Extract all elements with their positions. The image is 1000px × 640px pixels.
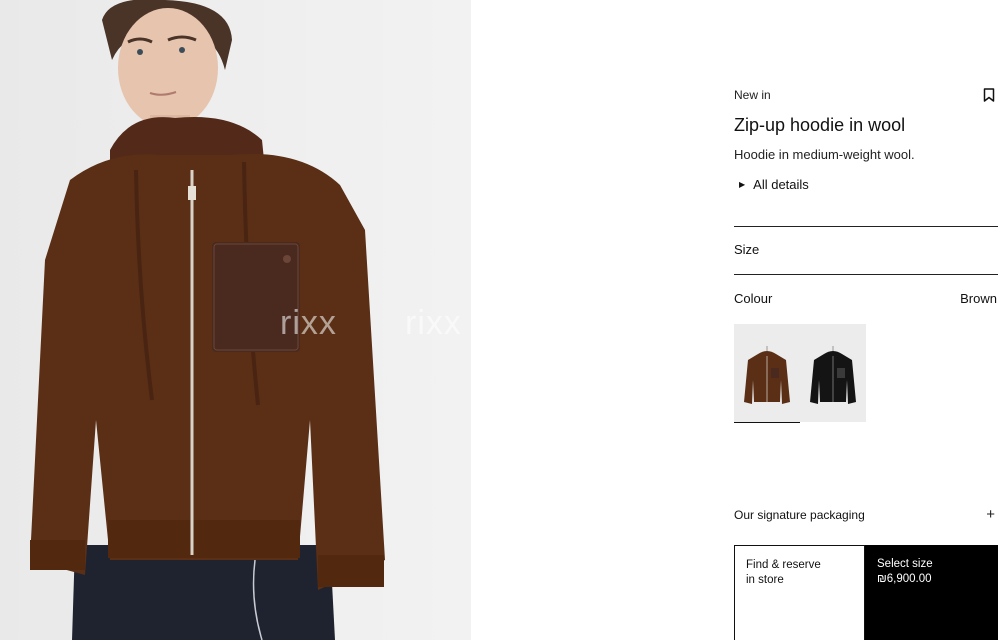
plus-icon: + (986, 506, 995, 523)
product-title: Zip-up hoodie in wool (734, 115, 906, 135)
select-size-label: Select size (877, 558, 933, 570)
watermark-text: rixx (405, 304, 462, 342)
signature-packaging-row[interactable]: Our signature packaging + (734, 506, 998, 523)
product-details-panel: New in Zip-up hoodie in wool Hoodie in m… (734, 0, 998, 640)
size-selector[interactable]: Size (734, 242, 759, 257)
all-details-label: All details (753, 177, 809, 192)
hoodie-thumbnail-black (810, 346, 856, 404)
colour-swatch-black[interactable] (800, 324, 866, 422)
watermark-text: rixx (280, 304, 337, 342)
bookmark-icon[interactable] (983, 88, 995, 102)
colour-swatches (734, 324, 866, 423)
triangle-right-icon: ▶ (739, 180, 746, 189)
divider (734, 226, 998, 227)
hoodie-thumbnail-brown (744, 346, 790, 404)
find-reserve-in-store-button[interactable]: Find & reserve in store (734, 545, 865, 640)
signature-packaging-label: Our signature packaging (734, 507, 865, 522)
colour-swatch-brown[interactable] (734, 324, 800, 423)
action-buttons: Find & reserve in store Select size ₪6,9… (734, 545, 998, 640)
divider (734, 274, 998, 275)
model-illustration (30, 0, 385, 640)
product-image[interactable]: rixx rixx (0, 0, 471, 640)
product-description: Hoodie in medium-weight wool. (734, 147, 915, 162)
selected-colour-value: Brown (960, 291, 997, 306)
in-store-label: in store (746, 574, 784, 586)
find-reserve-label: Find & reserve (746, 559, 821, 571)
new-in-badge: New in (734, 88, 771, 102)
select-size-button[interactable]: Select size ₪6,900.00 (865, 545, 998, 640)
price-label: ₪6,900.00 (877, 573, 932, 585)
colour-label: Colour (734, 291, 773, 306)
all-details-toggle[interactable]: ▶ All details (734, 177, 809, 192)
